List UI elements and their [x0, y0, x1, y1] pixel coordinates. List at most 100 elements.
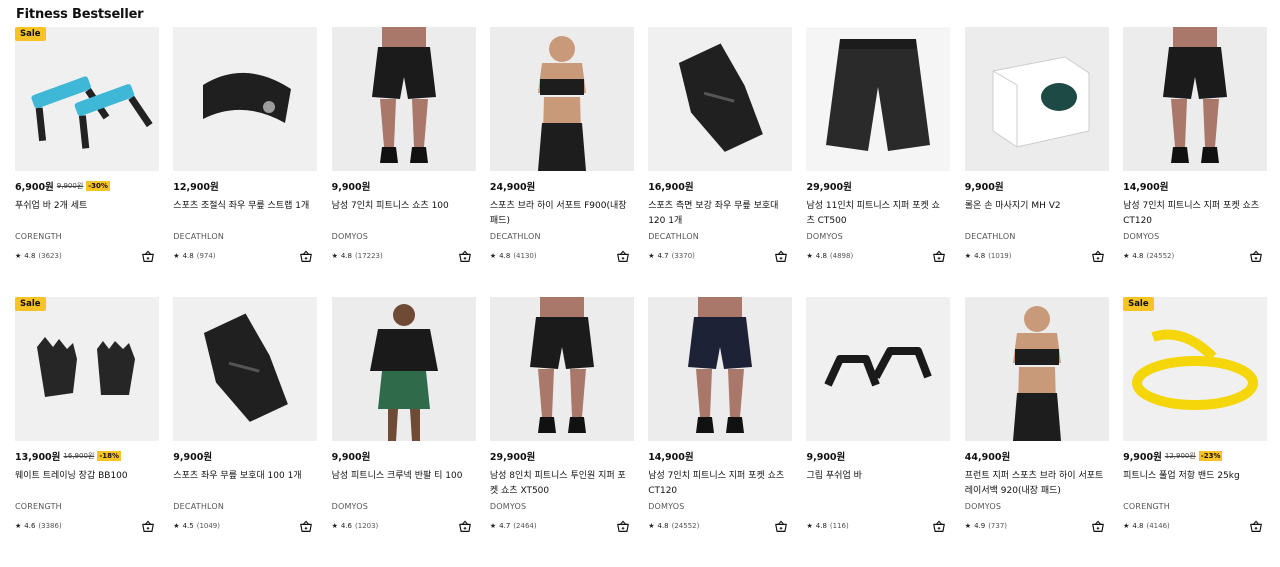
original-price: 9,900원 [56, 182, 84, 190]
product-card[interactable]: 12,900원 스포츠 조절식 좌우 무릎 스트랩 1개 DECATHLON ★… [173, 27, 318, 297]
add-to-cart-button[interactable] [458, 250, 472, 264]
add-to-cart-button[interactable] [932, 250, 946, 264]
product-card[interactable]: 16,900원 스포츠 측면 보강 좌우 무릎 보호대 120 1개 DECAT… [648, 27, 793, 297]
price-row: 9,900원 [965, 179, 1004, 193]
product-image[interactable] [806, 297, 951, 441]
product-image[interactable] [806, 27, 951, 171]
product-rating: ★ 4.8 (1019) [965, 252, 1012, 260]
product-card[interactable]: 9,900원 남성 피트니스 크루넥 반팔 티 100 DOMYOS ★ 4.6… [331, 297, 476, 567]
product-name[interactable]: 웨이트 트레이닝 장갑 BB100 [15, 469, 155, 484]
knee-sleeve-icon [173, 297, 318, 441]
review-count: (2464) [513, 522, 537, 530]
product-price: 12,900원 [173, 182, 219, 193]
product-name[interactable]: 스포츠 좌우 무릎 보호대 100 1개 [173, 469, 313, 484]
product-card[interactable]: Sale 9,900원 12,900원 -23% 피트니스 풀업 저항 밴드 25k… [1123, 297, 1268, 567]
product-name[interactable]: 스포츠 조절식 좌우 무릎 스트랩 1개 [173, 199, 313, 214]
rating-value: 4.6 [24, 522, 36, 530]
product-card[interactable]: 9,900원 남성 7인치 피트니스 쇼츠 100 DOMYOS ★ 4.8 (… [331, 27, 476, 297]
cart-icon [774, 250, 788, 264]
product-image[interactable] [1123, 27, 1268, 171]
product-name[interactable]: 남성 8인치 피트니스 투인원 지퍼 포켓 쇼츠 XT500 [490, 469, 630, 499]
product-image[interactable] [331, 297, 476, 441]
cart-icon [458, 520, 472, 534]
product-name[interactable]: 스포츠 브라 하이 서포트 F900(내장 패드) [490, 199, 630, 229]
product-card[interactable]: 29,900원 남성 11인치 피트니스 지퍼 포켓 쇼츠 CT500 DOMY… [806, 27, 951, 297]
product-brand: DOMYOS [964, 502, 1002, 511]
add-to-cart-button[interactable] [141, 520, 155, 534]
rating-value: 4.8 [657, 522, 669, 530]
product-image[interactable] [964, 27, 1109, 171]
review-count: (737) [988, 522, 1008, 530]
add-to-cart-button[interactable] [616, 520, 630, 534]
product-name[interactable]: 롤온 손 마사지기 MH V2 [965, 199, 1105, 214]
product-image[interactable] [15, 297, 159, 441]
add-to-cart-button[interactable] [774, 250, 788, 264]
product-card[interactable]: 24,900원 스포츠 브라 하이 서포트 F900(내장 패드) DECATH… [489, 27, 634, 297]
product-card[interactable]: 44,900원 프런트 지퍼 스포츠 브라 하이 서포트 레이서백 920(내장… [964, 297, 1109, 567]
product-image[interactable] [489, 297, 634, 441]
product-rating: ★ 4.6 (3386) [15, 522, 62, 530]
add-to-cart-button[interactable] [1091, 250, 1105, 264]
product-name[interactable]: 프런트 지퍼 스포츠 브라 하이 서포트 레이서백 920(내장 패드) [965, 469, 1105, 499]
star-icon: ★ [15, 252, 22, 260]
review-count: (1203) [355, 522, 379, 530]
product-card[interactable]: 29,900원 남성 8인치 피트니스 투인원 지퍼 포켓 쇼츠 XT500 D… [489, 297, 634, 567]
star-icon: ★ [648, 522, 655, 530]
product-card[interactable]: Sale 6,900원 9,900원 -30% 푸쉬업 바 2개 세트 CORENG… [15, 27, 159, 297]
product-name[interactable]: 스포츠 측면 보강 좌우 무릎 보호대 120 1개 [648, 199, 788, 229]
add-to-cart-button[interactable] [774, 520, 788, 534]
product-name[interactable]: 남성 7인치 피트니스 지퍼 포켓 쇼츠 CT120 [1123, 199, 1263, 229]
product-name[interactable]: 남성 11인치 피트니스 지퍼 포켓 쇼츠 CT500 [806, 199, 946, 229]
product-card[interactable]: 14,900원 남성 7인치 피트니스 지퍼 포켓 쇼츠 CT120 DOMYO… [1123, 27, 1268, 297]
product-image[interactable] [648, 27, 793, 171]
product-image[interactable] [15, 27, 159, 171]
review-count: (974) [196, 252, 216, 260]
review-count: (4146) [1146, 522, 1170, 530]
product-name[interactable]: 푸쉬업 바 2개 세트 [15, 199, 155, 214]
massager-box-icon [964, 27, 1109, 171]
star-icon: ★ [489, 252, 497, 260]
product-image[interactable] [331, 27, 476, 171]
product-price: 9,900원 [1123, 452, 1162, 463]
product-image[interactable] [173, 27, 318, 171]
product-name[interactable]: 피트니스 풀업 저항 밴드 25kg [1123, 469, 1263, 484]
product-image[interactable] [964, 297, 1109, 441]
add-to-cart-button[interactable] [1091, 520, 1105, 534]
add-to-cart-button[interactable] [1249, 250, 1263, 264]
add-to-cart-button[interactable] [616, 250, 630, 264]
sports-bra-model-icon [964, 297, 1109, 441]
add-to-cart-button[interactable] [1249, 520, 1263, 534]
add-to-cart-button[interactable] [932, 520, 946, 534]
add-to-cart-button[interactable] [141, 250, 155, 264]
product-card[interactable]: 9,900원 스포츠 좌우 무릎 보호대 100 1개 DECATHLON ★ … [173, 297, 318, 567]
cart-icon [616, 250, 630, 264]
product-price: 44,900원 [964, 452, 1011, 463]
product-card[interactable]: Sale 13,900원 16,900원 -18% 웨이트 트레이닝 장갑 BB10… [15, 297, 159, 567]
price-row: 9,900원 12,900원 -23% [1123, 449, 1223, 463]
review-count: (24552) [671, 522, 700, 530]
add-to-cart-button[interactable] [299, 250, 313, 264]
product-name[interactable]: 그립 푸쉬업 바 [806, 469, 946, 484]
product-name[interactable]: 남성 피트니스 크루넥 반팔 티 100 [332, 469, 472, 484]
rating-value: 4.8 [1132, 522, 1144, 530]
cart-icon [1249, 250, 1263, 264]
product-image[interactable] [173, 297, 318, 441]
product-card[interactable]: 9,900원 롤온 손 마사지기 MH V2 DECATHLON ★ 4.8 (… [964, 27, 1109, 297]
product-name[interactable]: 남성 7인치 피트니스 지퍼 포켓 쇼츠 CT120 [648, 469, 788, 499]
price-row: 16,900원 [648, 179, 693, 193]
product-image[interactable] [1123, 297, 1268, 441]
product-image[interactable] [648, 297, 793, 441]
rating-value: 4.8 [815, 252, 827, 260]
add-to-cart-button[interactable] [299, 520, 313, 534]
product-image[interactable] [489, 27, 634, 171]
cart-icon [141, 520, 155, 534]
review-count: (4130) [513, 252, 537, 260]
add-to-cart-button[interactable] [458, 520, 472, 534]
product-rating: ★ 4.5 (1049) [173, 522, 220, 530]
product-card[interactable]: 14,900원 남성 7인치 피트니스 지퍼 포켓 쇼츠 CT120 DOMYO… [648, 297, 793, 567]
product-brand: DOMYOS [806, 232, 843, 241]
rating-value: 4.9 [974, 522, 986, 530]
rating-value: 4.8 [815, 522, 827, 530]
product-name[interactable]: 남성 7인치 피트니스 쇼츠 100 [332, 199, 472, 214]
product-card[interactable]: 9,900원 그립 푸쉬업 바 ★ 4.8 (116) [806, 297, 951, 567]
